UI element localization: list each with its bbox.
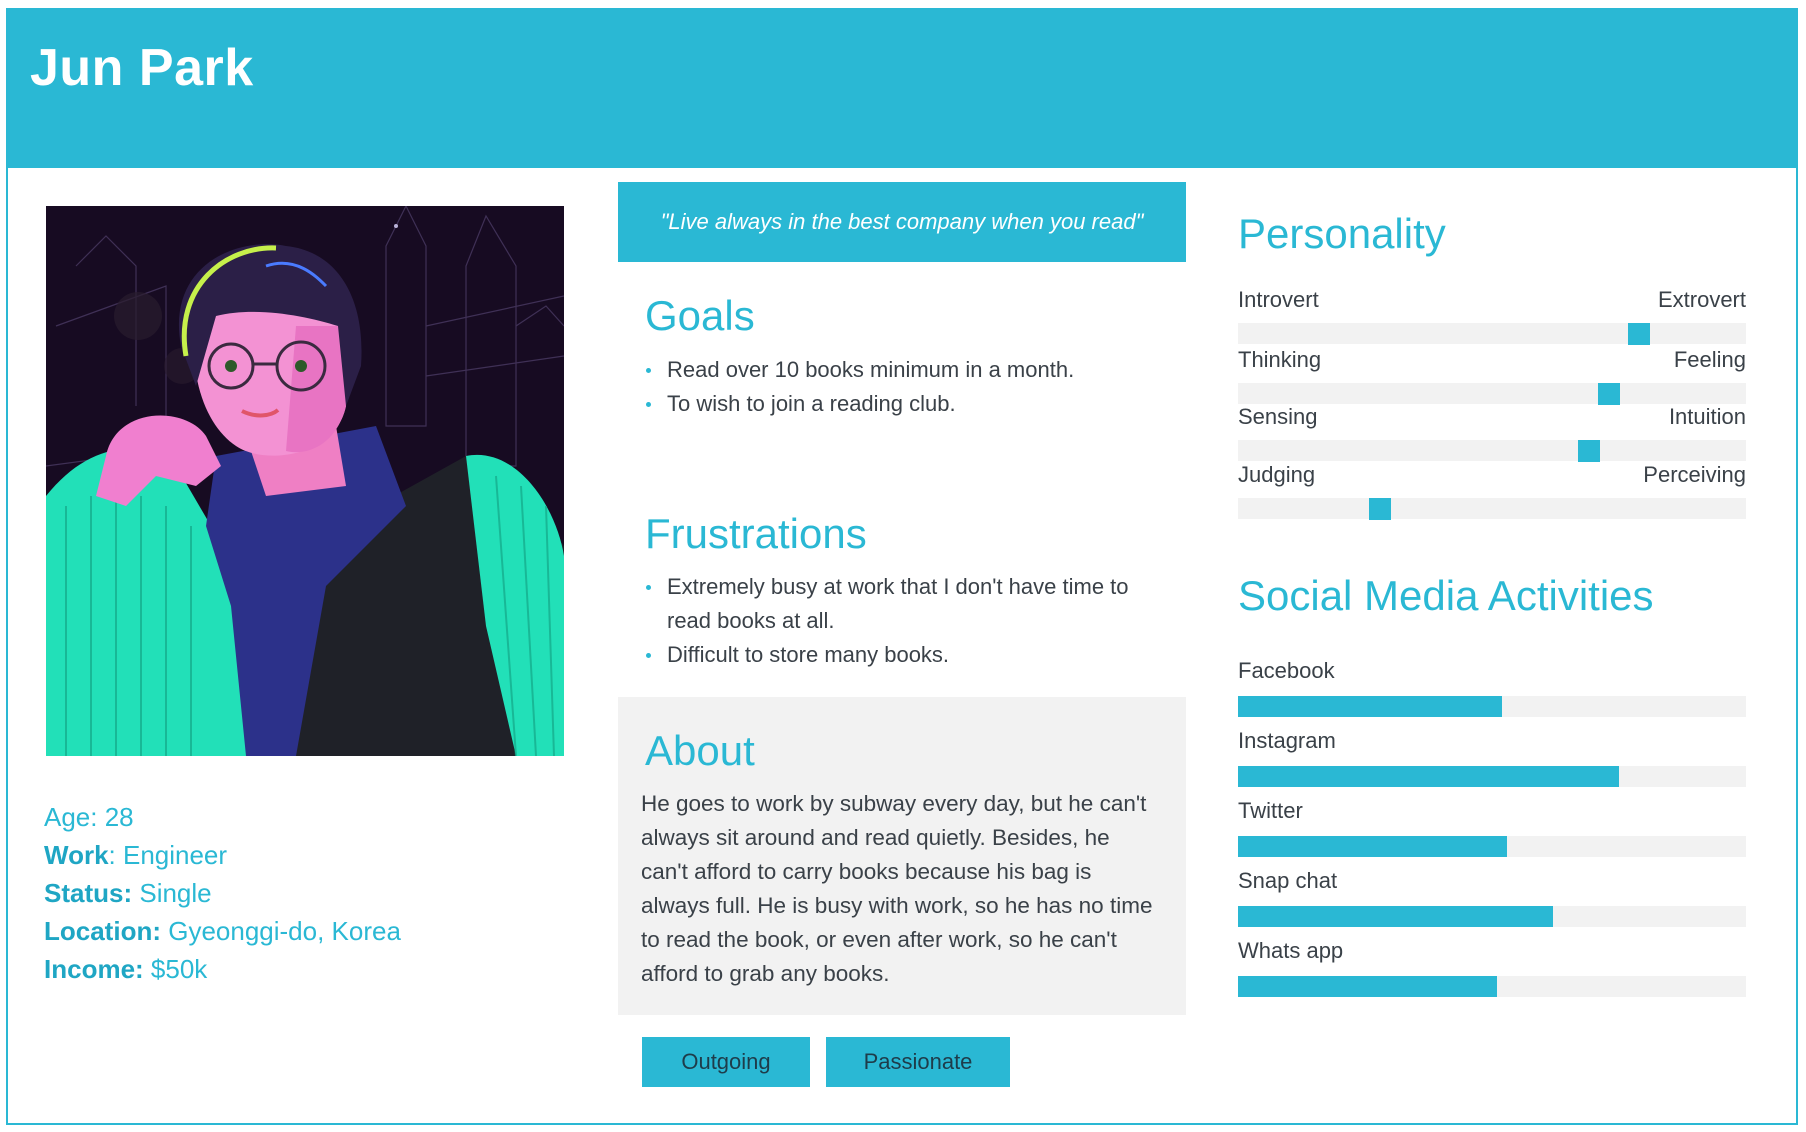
social-platform-label: Facebook <box>1238 658 1335 683</box>
trait-right-label: Extrovert <box>1657 287 1746 312</box>
persona-quote: "Live always in the best company when yo… <box>618 182 1186 262</box>
info-income: Income: $50k <box>44 950 401 988</box>
goal-item: To wish to join a reading club. <box>643 387 1183 421</box>
frustration-item: Difficult to store many books. <box>643 638 1173 672</box>
info-label: Status: <box>44 878 133 908</box>
social-activity-track <box>1238 836 1746 857</box>
frustration-item: Extremely busy at work that I don't have… <box>643 570 1173 638</box>
goals-title: Goals <box>645 292 755 339</box>
info-work: Work: Engineer <box>44 836 401 874</box>
trait-slider-track <box>1238 440 1746 462</box>
info-value: 28 <box>97 802 134 832</box>
info-age: Age: 28 <box>44 798 401 836</box>
info-label: Age: <box>44 802 98 832</box>
goal-item: Read over 10 books minimum in a month. <box>643 353 1183 387</box>
info-label: Income: <box>44 954 144 984</box>
persona-info: Age: 28 Work: Engineer Status: Single Lo… <box>44 798 401 988</box>
goals-list: Read over 10 books minimum in a month. T… <box>643 353 1183 421</box>
social-platform-label: Twitter <box>1238 798 1303 823</box>
frustrations-title: Frustrations <box>645 510 867 557</box>
info-value: Gyeonggi-do, Korea <box>161 916 401 946</box>
trait-slider-knob[interactable] <box>1597 383 1620 405</box>
trait-slider-knob[interactable] <box>1577 440 1600 462</box>
trait-right-label: Intuition <box>1668 404 1746 429</box>
personality-title: Personality <box>1238 210 1446 257</box>
info-status: Status: Single <box>44 874 401 912</box>
info-value: : Engineer <box>108 840 228 870</box>
social-activity-track <box>1238 696 1746 717</box>
trait-slider-knob[interactable] <box>1369 498 1392 520</box>
frustrations-list: Extremely busy at work that I don't have… <box>643 570 1173 672</box>
social-title: Social Media Activities <box>1238 572 1654 619</box>
social-platform-label: Snap chat <box>1238 868 1338 893</box>
social-platform-label: Whats app <box>1238 938 1344 963</box>
info-value: Single <box>132 878 212 908</box>
social-activity-fill <box>1238 976 1498 997</box>
info-value: $50k <box>143 954 208 984</box>
trait-right-label: Perceiving <box>1643 462 1746 487</box>
trait-slider-track <box>1238 383 1746 405</box>
social-platform-label: Instagram <box>1238 728 1336 753</box>
trait-slider-knob[interactable] <box>1628 323 1651 345</box>
social-activity-fill <box>1238 906 1553 927</box>
info-label: Location: <box>44 916 161 946</box>
info-label: Work <box>44 840 109 870</box>
social-activity-fill <box>1238 766 1619 787</box>
tag-outgoing[interactable]: Outgoing <box>642 1037 810 1087</box>
persona-portrait <box>46 206 564 756</box>
portrait-illustration <box>46 206 564 756</box>
info-location: Location: Gyeonggi-do, Korea <box>44 912 401 950</box>
social-activity-track <box>1238 766 1746 787</box>
quote-text: "Live always in the best company when yo… <box>660 209 1144 234</box>
trait-right-label: Feeling <box>1673 347 1746 372</box>
header-banner: Jun Park <box>6 8 1798 168</box>
tag-passionate[interactable]: Passionate <box>826 1037 1010 1087</box>
social-activity-track <box>1238 976 1746 997</box>
trait-slider-track <box>1238 498 1746 520</box>
trait-slider-track <box>1238 323 1746 345</box>
about-text: He goes to work by subway every day, but… <box>641 791 1153 986</box>
social-activity-fill <box>1238 696 1503 717</box>
social-activity-fill <box>1238 836 1508 857</box>
social-activity-track <box>1238 906 1746 927</box>
about-title: About <box>645 727 755 774</box>
persona-name: Jun Park <box>30 39 254 97</box>
